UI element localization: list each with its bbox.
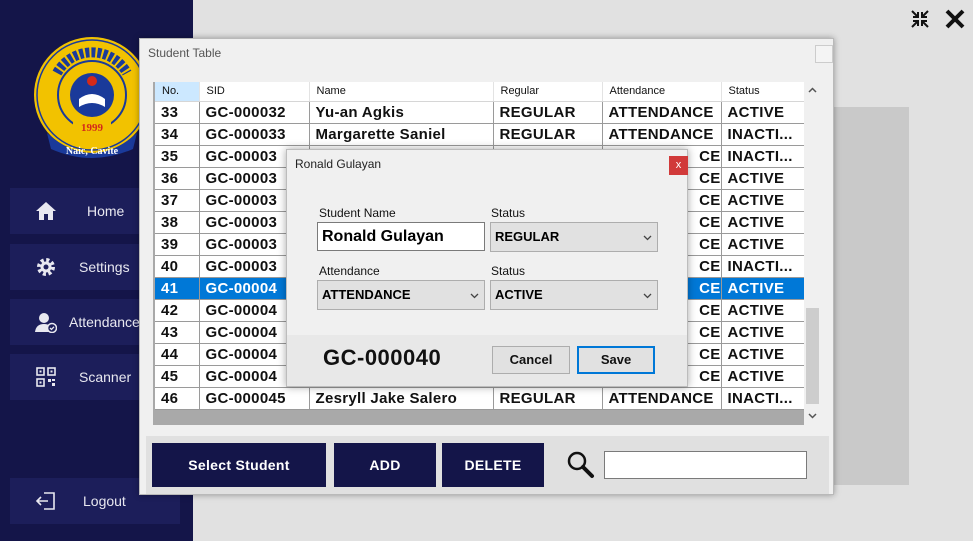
cell-no[interactable]: 40 (155, 255, 200, 278)
cell-status[interactable]: INACTI... (721, 123, 805, 146)
main-content-panel (830, 107, 909, 485)
cell-no[interactable]: 37 (155, 189, 200, 212)
cell-attendance[interactable]: ATTENDANCE (602, 101, 722, 124)
cell-name[interactable]: Zesryll Jake Salero (309, 387, 494, 410)
sidebar-item-label: Scanner (79, 369, 132, 385)
chevron-down-icon (643, 293, 652, 299)
cell-status[interactable]: ACTIVE (721, 277, 805, 300)
logout-icon (34, 490, 58, 512)
cell-regular[interactable]: REGULAR (493, 101, 603, 124)
cell-name[interactable]: Yu-an Agkis (309, 101, 494, 124)
regular-status-label: Status (491, 206, 526, 220)
chevron-down-icon (643, 235, 652, 241)
cell-status[interactable]: ACTIVE (721, 299, 805, 322)
school-logo: 1999 Naic, Cavite (34, 37, 150, 158)
sidebar-item-label: Attendance (69, 314, 140, 330)
logout-label: Logout (83, 493, 126, 509)
cell-no[interactable]: 35 (155, 145, 200, 168)
column-header-attendance[interactable]: Attendance (602, 82, 722, 102)
cell-status[interactable]: INACTI... (721, 145, 805, 168)
scroll-down-icon[interactable] (807, 410, 818, 421)
active-status-value: ACTIVE (495, 287, 543, 302)
qr-code-icon (34, 366, 58, 388)
attendance-value: ATTENDANCE (322, 287, 411, 302)
cell-no[interactable]: 36 (155, 167, 200, 190)
cell-no[interactable]: 39 (155, 233, 200, 256)
collapse-icon[interactable] (909, 8, 931, 30)
cell-no[interactable]: 45 (155, 365, 200, 388)
cell-status[interactable]: INACTI... (721, 387, 805, 410)
action-bar: Select Student ADD DELETE (146, 436, 829, 494)
cell-no[interactable]: 42 (155, 299, 200, 322)
dialog-close-button[interactable]: x (669, 156, 688, 175)
column-header-status[interactable]: Status (721, 82, 805, 102)
column-header-sid[interactable]: SID (199, 82, 310, 102)
edit-student-dialog: Ronald Gulayan x Student Name Ronald Gul… (286, 149, 688, 387)
cell-no[interactable]: 34 (155, 123, 200, 146)
user-check-icon (34, 311, 58, 333)
attendance-label: Attendance (319, 264, 380, 278)
cell-status[interactable]: ACTIVE (721, 343, 805, 366)
cell-status[interactable]: ACTIVE (721, 365, 805, 388)
chevron-down-icon (470, 293, 479, 299)
gear-icon (34, 256, 58, 278)
cancel-button[interactable]: Cancel (492, 346, 570, 374)
student-name-input[interactable]: Ronald Gulayan (317, 222, 485, 251)
logo-year: 1999 (81, 122, 104, 134)
student-sid: GC-000040 (323, 345, 442, 370)
attendance-select[interactable]: ATTENDANCE (317, 280, 485, 310)
cell-no[interactable]: 33 (155, 101, 200, 124)
cell-no[interactable]: 41 (155, 277, 200, 300)
column-header-name[interactable]: Name (309, 82, 494, 102)
delete-button[interactable]: DELETE (442, 443, 544, 487)
sidebar-item-label: Home (87, 203, 125, 219)
scrollbar-thumb[interactable] (806, 308, 819, 404)
cell-sid[interactable]: GC-000045 (199, 387, 310, 410)
cell-no[interactable]: 44 (155, 343, 200, 366)
save-button[interactable]: Save (577, 346, 655, 374)
search-icon[interactable] (565, 449, 595, 479)
active-status-select[interactable]: ACTIVE (490, 280, 658, 310)
cell-no[interactable]: 38 (155, 211, 200, 234)
regular-status-select[interactable]: REGULAR (490, 222, 658, 252)
column-header-no[interactable]: No. (155, 82, 200, 102)
cell-sid[interactable]: GC-000032 (199, 101, 310, 124)
table-row[interactable]: 33 GC-000032 Yu-an Agkis REGULAR ATTENDANCE A… (155, 101, 805, 124)
cell-status[interactable]: ACTIVE (721, 211, 805, 234)
table-row[interactable]: 34 GC-000033 Margarette Saniel REGULAR ATTEN… (155, 123, 805, 146)
window-close-button[interactable] (815, 45, 833, 63)
student-name-label: Student Name (319, 206, 396, 220)
regular-status-value: REGULAR (495, 229, 560, 244)
cell-status[interactable]: ACTIVE (721, 189, 805, 212)
cell-status[interactable]: ACTIVE (721, 321, 805, 344)
cell-no[interactable]: 46 (155, 387, 200, 410)
logo-location: Naic, Cavite (66, 146, 119, 157)
select-student-button[interactable]: Select Student (152, 443, 326, 487)
dialog-title: Ronald Gulayan (295, 157, 382, 171)
table-row[interactable]: 46 GC-000045 Zesryll Jake Salero REGULAR ATT… (155, 387, 805, 410)
vertical-scrollbar[interactable] (804, 82, 821, 425)
search-input[interactable] (604, 451, 807, 479)
cell-status[interactable]: ACTIVE (721, 233, 805, 256)
cell-status[interactable]: INACTI... (721, 255, 805, 278)
table-header-row: No. SID Name Regular Attendance Status (155, 82, 805, 102)
scroll-up-icon[interactable] (807, 85, 818, 96)
add-button[interactable]: ADD (334, 443, 436, 487)
column-header-regular[interactable]: Regular (493, 82, 603, 102)
cell-status[interactable]: ACTIVE (721, 167, 805, 190)
window-title: Student Table (148, 46, 222, 60)
cell-attendance[interactable]: ATTENDANCE (602, 387, 722, 410)
cell-name[interactable]: Margarette Saniel (309, 123, 494, 146)
cell-attendance[interactable]: ATTENDANCE (602, 123, 722, 146)
cell-sid[interactable]: GC-000033 (199, 123, 310, 146)
active-status-label: Status (491, 264, 526, 278)
sidebar-item-label: Settings (79, 259, 130, 275)
home-icon (34, 200, 58, 222)
cell-status[interactable]: ACTIVE (721, 101, 805, 124)
cell-no[interactable]: 43 (155, 321, 200, 344)
close-icon[interactable] (944, 8, 966, 30)
cell-regular[interactable]: REGULAR (493, 387, 603, 410)
cell-regular[interactable]: REGULAR (493, 123, 603, 146)
